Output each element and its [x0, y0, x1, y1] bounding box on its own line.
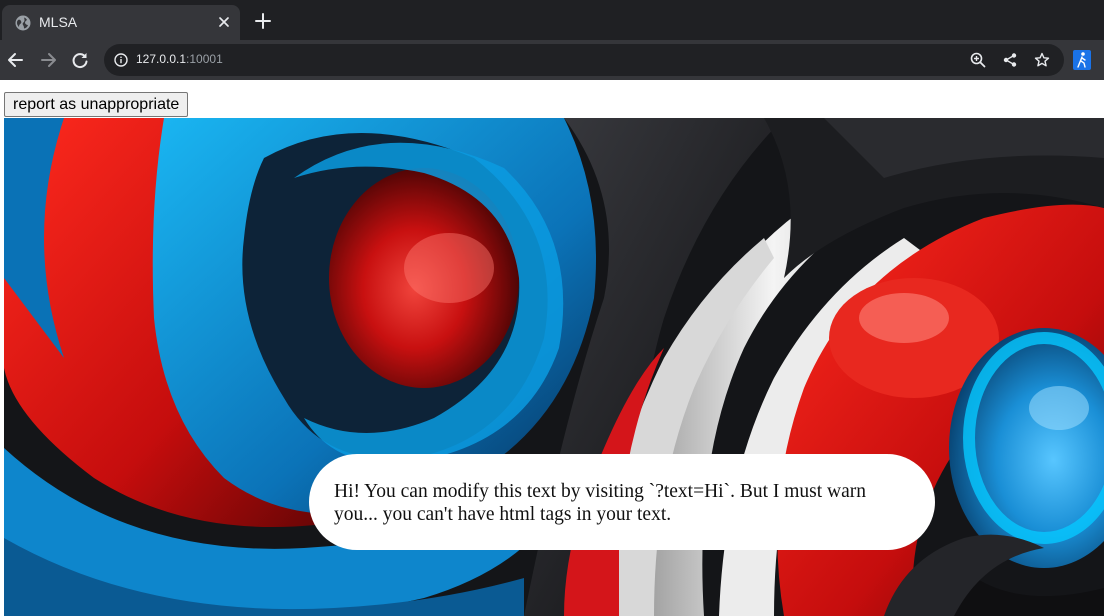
background-artwork: Hi! You can modify this text by visiting… — [4, 118, 1104, 616]
close-icon[interactable] — [217, 15, 231, 29]
speech-text: Hi! You can modify this text by visiting… — [334, 481, 867, 525]
url-port: :10001 — [186, 52, 223, 66]
url-host: 127.0.0.1 — [136, 52, 187, 66]
back-arrow-icon[interactable] — [6, 50, 26, 70]
extension-icon[interactable] — [1073, 50, 1091, 70]
star-icon[interactable] — [1034, 52, 1050, 68]
browser-toolbar: 127.0.0.1:10001 — [0, 40, 1104, 80]
info-icon[interactable] — [114, 53, 128, 67]
reload-icon[interactable] — [70, 50, 90, 70]
tab-title: MLSA — [39, 14, 78, 30]
walking-person-icon — [1077, 52, 1086, 68]
share-icon[interactable] — [1002, 52, 1018, 68]
report-button[interactable]: report as unappropriate — [4, 92, 189, 117]
zoom-icon[interactable] — [970, 52, 986, 68]
page-content: report as unappropriate Hi! You can modi… — [0, 80, 1104, 616]
forward-arrow-icon[interactable] — [38, 50, 58, 70]
globe-icon — [15, 15, 31, 31]
url-text: 127.0.0.1:10001 — [136, 52, 223, 66]
tab-strip: MLSA — [0, 0, 1104, 40]
browser-tab[interactable]: MLSA — [2, 5, 240, 40]
plus-icon[interactable] — [254, 12, 272, 30]
address-bar[interactable]: 127.0.0.1:10001 — [104, 44, 1064, 76]
speech-bubble: Hi! You can modify this text by visiting… — [309, 454, 935, 550]
